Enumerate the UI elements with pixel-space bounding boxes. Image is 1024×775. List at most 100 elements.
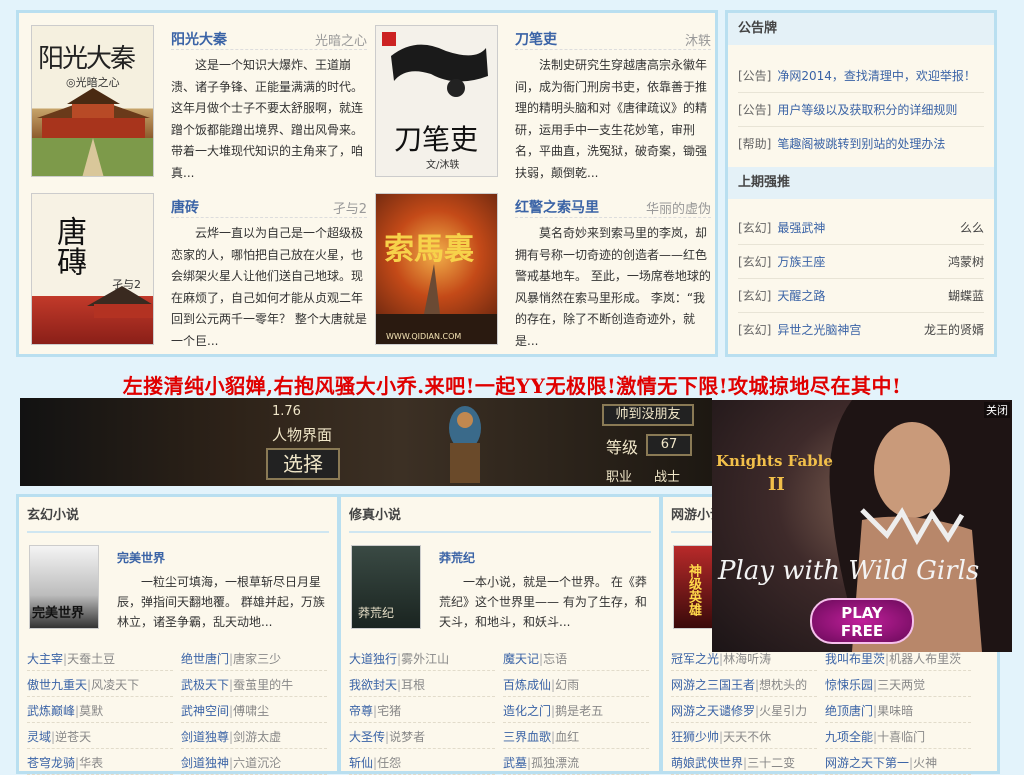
list-item[interactable]: 武神空间|傅啸尘 — [181, 699, 327, 723]
book-cover-title-2: 刀笔吏 — [394, 123, 479, 156]
book-cover-3[interactable]: 唐磚 孑与2 — [31, 193, 154, 345]
book-title-4[interactable]: 红警之索马里 — [515, 197, 599, 217]
ad-free-label: FREE — [840, 622, 884, 640]
list-item[interactable]: 大道独行|雾外江山 — [349, 647, 495, 671]
last-week-heading: 上期强推 — [728, 167, 994, 199]
banner-friend-label: 帅到没朋友 — [602, 404, 694, 426]
list-item[interactable]: 傲世九重天|风凌天下 — [27, 673, 173, 697]
list-item[interactable]: 苍穹龙骑|华表 — [27, 751, 173, 775]
book-desc-2: 法制史研究生穿越唐高宗永徽年间，成为衙门刑房书吏，依靠善于推理的精明头脑和对《唐… — [515, 58, 708, 180]
category-book-desc: 一粒尘可填海，一根草斩尽日月星辰，弹指间天翻地覆。 群雄并起，万族林立，诸圣争霸… — [117, 575, 325, 629]
book-desc-4: 莫名奇妙来到索马里的李岚，却拥有号称一切奇迹的创造者——红色警戒基地车。 至此，… — [515, 226, 711, 348]
notice-item[interactable]: [公告] 净网2014，查找清理中，欢迎举报！ — [738, 59, 984, 93]
divider — [171, 49, 367, 50]
banner-level-value: 67 — [646, 434, 692, 456]
list-item[interactable]: 造化之门|鹅是老五 — [503, 699, 649, 723]
book-cover-sub-1: ◎光暗之心 — [66, 76, 120, 89]
category-book-name[interactable]: 完美世界 — [117, 549, 165, 566]
ad-tagline: Play with Wild Girls — [718, 556, 980, 586]
last-week-item[interactable]: [玄幻] 天醒之路 蝴蝶蓝 — [738, 279, 984, 313]
category-panel-xiuzhen: 修真小说 莽荒纪 莽荒纪 一本小说，就是一个世界。 在《莽荒纪》这个世界里—— … — [338, 494, 662, 775]
banner-version: 1.76 — [272, 404, 301, 419]
book-title-1[interactable]: 阳光大秦 — [171, 29, 227, 49]
book-title-2[interactable]: 刀笔吏 — [515, 29, 557, 49]
category-book-cover[interactable]: 完美世界 — [29, 545, 99, 629]
book-cover-4[interactable]: 索馬裏 WWW.QIDIAN.COM — [375, 193, 498, 345]
ad-logo-num: II — [768, 474, 785, 495]
list-item[interactable]: 惊悚乐园|三天两觉 — [825, 673, 971, 697]
book-cover-title-4: 索馬裏 — [384, 232, 474, 267]
warrior-illustration — [449, 406, 481, 483]
notice-item[interactable]: [公告] 用户等级以及获取积分的详细规则 — [738, 93, 984, 127]
featured-book-2: 刀笔吏 文/沐轶 刀笔吏 沐轶 法制史研究生穿越唐高宗永徽年间，成为衙门刑房书吏… — [375, 25, 711, 185]
list-item[interactable]: 剑道独神|六道沉沦 — [181, 751, 327, 775]
list-item[interactable]: 武墓|孤独漂流 — [503, 751, 649, 775]
book-cover-2[interactable]: 刀笔吏 文/沐轶 — [375, 25, 498, 177]
list-item[interactable]: 剑道独尊|剑游太虚 — [181, 725, 327, 749]
list-item[interactable]: 萌娘武侠世界|三十二变 — [671, 751, 817, 775]
list-item[interactable]: 大圣传|说梦者 — [349, 725, 495, 749]
book-cover-sub-2: 文/沐轶 — [426, 160, 460, 171]
list-item[interactable]: 斩仙|任怨 — [349, 751, 495, 775]
list-item[interactable]: 网游之天谴修罗|火星引力 — [671, 699, 817, 723]
book-desc-1: 这是一个知识大爆炸、王道崩溃、诸子争锋、正能量满满的时代。 这年月做个士子不要太… — [171, 58, 364, 180]
banner-level-label: 等级 — [606, 438, 639, 457]
list-item[interactable]: 绝世唐门|唐家三少 — [181, 647, 327, 671]
ad-play-free-button[interactable]: PLAY FREE — [810, 598, 914, 644]
book-author-1[interactable]: 光暗之心 — [315, 30, 367, 49]
list-item[interactable]: 百炼成仙|幻雨 — [503, 673, 649, 697]
featured-book-3: 唐磚 孑与2 唐砖 孑与2 云烨一直以为自己是一个超级极恋家的人，哪怕把自己放在… — [31, 193, 367, 353]
category-title[interactable]: 修真小说 — [349, 503, 651, 533]
list-item[interactable]: 帝尊|宅猪 — [349, 699, 495, 723]
sidebar-panel: 公告牌 [公告] 净网2014，查找清理中，欢迎举报！ [公告] 用户等级以及获取积… — [725, 10, 997, 357]
list-item[interactable]: 狂狮少帅|天天不休 — [671, 725, 817, 749]
featured-panel: 阳光大秦 ◎光暗之心 阳光大秦 光暗之心 这是一个知识大爆炸、王道崩溃、诸子争锋… — [16, 10, 718, 357]
book-author-2[interactable]: 沐轶 — [685, 30, 711, 49]
divider — [515, 49, 711, 50]
ad-play-label: PLAY — [841, 604, 883, 622]
list-item[interactable]: 大主宰|天蚕土豆 — [27, 647, 173, 671]
book-cover-title-3: 唐磚 — [51, 216, 86, 276]
list-item[interactable]: 武极天下|蚕茧里的牛 — [181, 673, 327, 697]
game-banner-ad[interactable]: 1.76 人物界面 选择 帅到没朋友 等级 67 职业 战士 — [20, 398, 712, 486]
banner-job-value: 战士 — [654, 470, 681, 485]
category-title[interactable]: 玄幻小说 — [27, 503, 329, 533]
floating-game-ad[interactable]: 关闭 Knights Fable II Play with Wild Girls… — [712, 400, 1012, 652]
category-book-cover[interactable]: 莽荒纪 — [351, 545, 421, 629]
ad-slogan[interactable]: 左搂清纯小貂婵,右抱风骚大小乔.来吧!一起YY无极限!激情无下限!攻城掠地尽在其… — [0, 370, 1024, 399]
book-title-3[interactable]: 唐砖 — [171, 197, 199, 217]
notice-heading: 公告牌 — [728, 13, 994, 45]
featured-book-1: 阳光大秦 ◎光暗之心 阳光大秦 光暗之心 这是一个知识大爆炸、王道崩溃、诸子争锋… — [31, 25, 367, 185]
list-item[interactable]: 网游之三国王者|想枕头的 — [671, 673, 817, 697]
last-week-item[interactable]: [玄幻] 最强武神 么么 — [738, 211, 984, 245]
book-cover-sub-3: 孑与2 — [112, 278, 141, 291]
ad-logo: Knights Fable — [716, 452, 833, 470]
ad-close-button[interactable]: 关闭 — [984, 402, 1010, 418]
divider — [515, 217, 711, 218]
list-item[interactable]: 我欲封天|耳根 — [349, 673, 495, 697]
book-cover-1[interactable]: 阳光大秦 ◎光暗之心 — [31, 25, 154, 177]
list-item[interactable]: 九项全能|十喜临门 — [825, 725, 971, 749]
banner-char-screen: 人物界面 — [272, 426, 333, 444]
list-item[interactable]: 魔天记|忘语 — [503, 647, 649, 671]
notice-item[interactable]: [帮助] 笔趣阁被跳转到别站的处理办法 — [738, 127, 984, 161]
divider — [171, 217, 367, 218]
featured-book-4: 索馬裏 WWW.QIDIAN.COM 红警之索马里 华丽的虚伪 莫名奇妙来到索马… — [375, 193, 711, 353]
book-author-4[interactable]: 华丽的虚伪 — [646, 198, 711, 217]
book-cover-sub-4: WWW.QIDIAN.COM — [386, 332, 462, 341]
last-week-item[interactable]: [玄幻] 万族王座 鸿蒙树 — [738, 245, 984, 279]
list-item[interactable]: 网游之天下第一|火神 — [825, 751, 971, 775]
war-illustration — [376, 264, 497, 344]
category-panel-xuanhuan: 玄幻小说 完美世界 完美世界 一粒尘可填海，一根草斩尽日月星辰，弹指间天翻地覆。… — [16, 494, 340, 775]
banner-select-button[interactable]: 选择 — [266, 448, 340, 480]
book-desc-3: 云烨一直以为自己是一个超级极恋家的人，哪怕把自己放在火星，也会绑架火星人让他们送… — [171, 226, 367, 348]
list-item[interactable]: 武炼巅峰|莫默 — [27, 699, 173, 723]
last-week-item[interactable]: [玄幻] 异世之光脑神宫 龙王的贤婿 — [738, 313, 984, 347]
book-author-3[interactable]: 孑与2 — [333, 198, 367, 217]
list-item[interactable]: 三界血歌|血红 — [503, 725, 649, 749]
list-item[interactable]: 绝顶唐门|果味暗 — [825, 699, 971, 723]
banner-job-label: 职业 — [606, 470, 633, 485]
category-book-name[interactable]: 莽荒纪 — [439, 549, 475, 566]
list-item[interactable]: 灵域|逆苍天 — [27, 725, 173, 749]
category-book-desc: 一本小说，就是一个世界。 在《莽荒纪》这个世界里—— 有为了生存，和天斗，和地斗… — [439, 575, 647, 629]
